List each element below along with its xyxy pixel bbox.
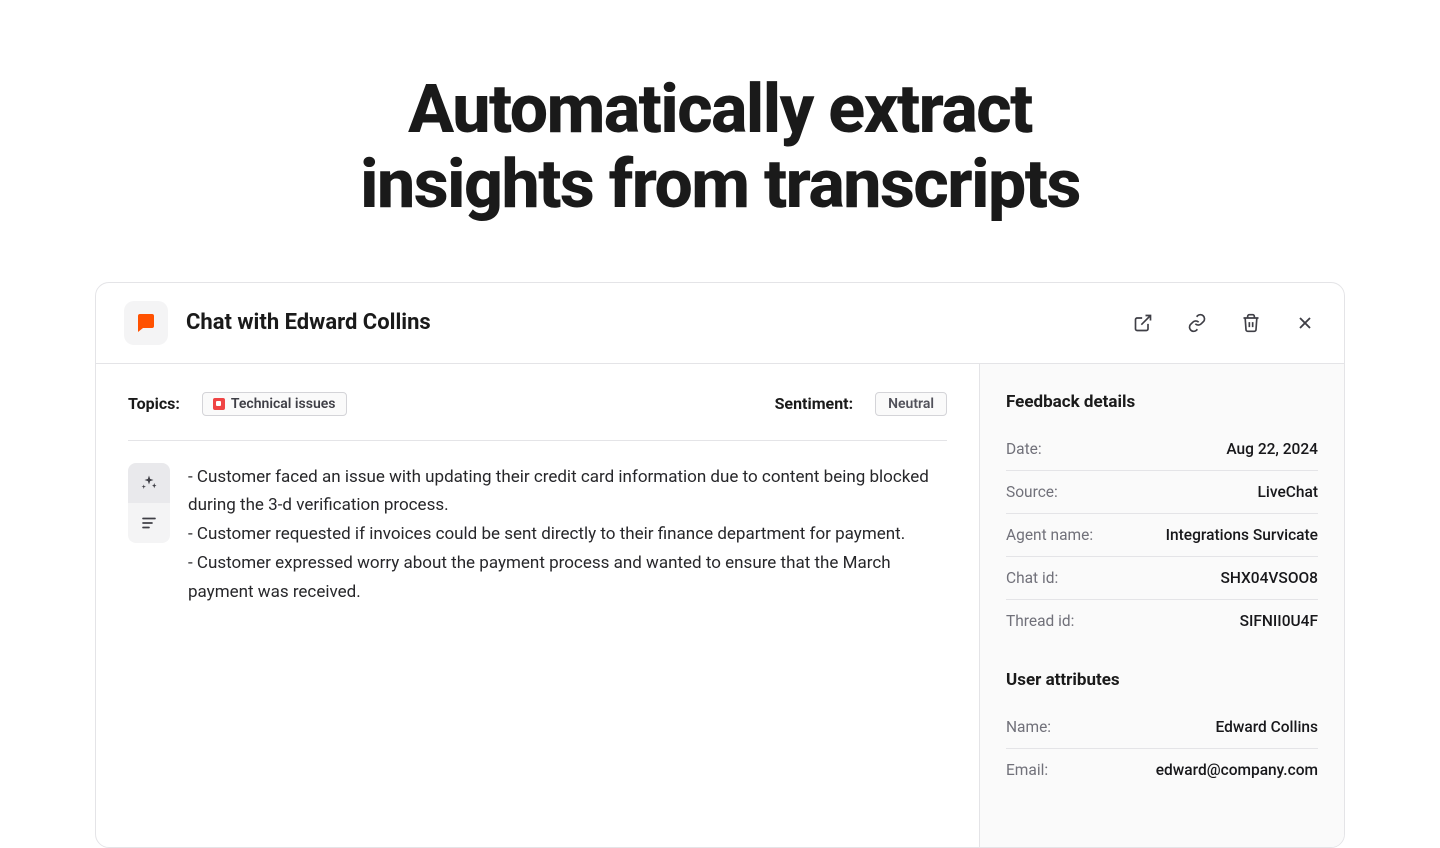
copy-link-button[interactable] — [1186, 312, 1208, 334]
detail-row-threadid: Thread id: SIFNII0U4F — [1006, 600, 1318, 642]
transcript-view-button[interactable] — [128, 503, 170, 543]
summary-line: - Customer requested if invoices could b… — [188, 520, 947, 549]
hero-heading: Automatically extract insights from tran… — [0, 0, 1440, 282]
summary-line: - Customer faced an issue with updating … — [188, 463, 947, 521]
chat-source-icon — [124, 301, 168, 345]
open-external-button[interactable] — [1132, 312, 1154, 334]
transcript-panel: Chat with Edward Collins Topics: — [95, 282, 1345, 848]
topic-tag[interactable]: Technical issues — [202, 392, 347, 416]
detail-row-date: Date: Aug 22, 2024 — [1006, 428, 1318, 471]
summary-text: - Customer faced an issue with updating … — [188, 463, 947, 607]
feedback-details-heading: Feedback details — [1006, 392, 1318, 412]
panel-header: Chat with Edward Collins — [96, 283, 1344, 364]
detail-row-chatid: Chat id: SHX04VSOO8 — [1006, 557, 1318, 600]
user-attributes-heading: User attributes — [1006, 670, 1318, 690]
close-button[interactable] — [1294, 312, 1316, 334]
ai-summary-button[interactable] — [128, 463, 170, 503]
details-sidebar: Feedback details Date: Aug 22, 2024 Sour… — [979, 364, 1344, 847]
hero-line1: Automatically extract — [408, 69, 1032, 149]
user-attr-name: Name: Edward Collins — [1006, 706, 1318, 749]
sentiment-label: Sentiment: — [775, 394, 854, 413]
summary-line: - Customer expressed worry about the pay… — [188, 549, 947, 607]
detail-row-source: Source: LiveChat — [1006, 471, 1318, 514]
hero-line2: insights from transcripts — [360, 144, 1080, 224]
delete-button[interactable] — [1240, 312, 1262, 334]
detail-row-agent: Agent name: Integrations Survicate — [1006, 514, 1318, 557]
user-attr-email: Email: edward@company.com — [1006, 749, 1318, 791]
topic-dot-icon — [213, 398, 225, 410]
sentiment-tag[interactable]: Neutral — [875, 392, 947, 416]
summary-view-toggle — [128, 463, 170, 607]
topic-tag-label: Technical issues — [231, 396, 336, 412]
panel-title: Chat with Edward Collins — [186, 310, 1114, 335]
main-content: Topics: Technical issues Sentiment: Neut… — [96, 364, 979, 847]
topics-label: Topics: — [128, 394, 180, 413]
